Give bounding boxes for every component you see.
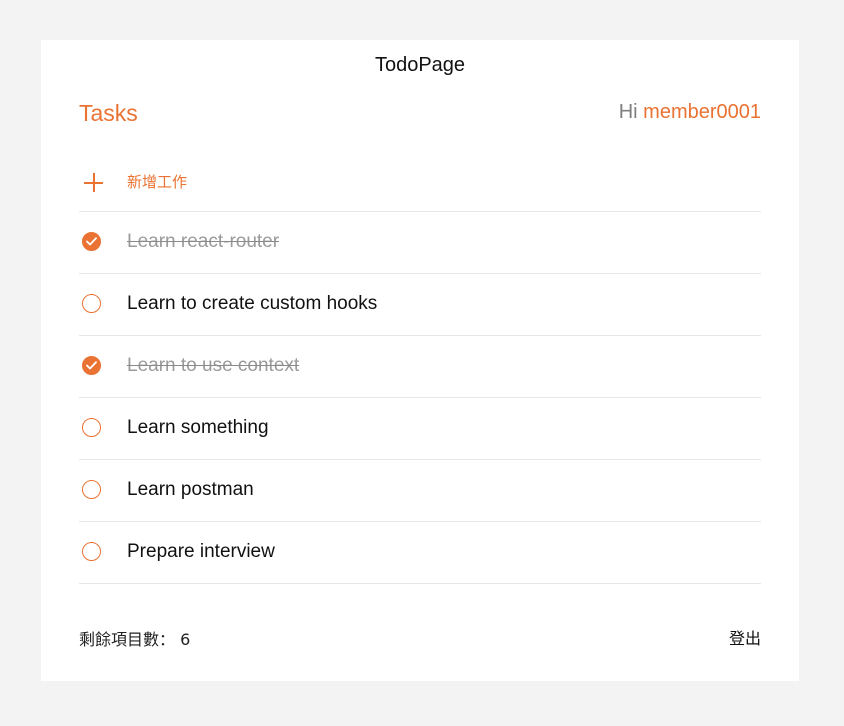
remaining-label: 剩餘項目數：: [79, 630, 176, 649]
task-item: Learn react-router: [79, 212, 761, 274]
task-text: Learn to use context: [127, 355, 300, 376]
logout-button[interactable]: 登出: [729, 625, 761, 649]
checkbox-checked-icon[interactable]: [82, 356, 101, 375]
tasks-heading: Tasks: [79, 100, 138, 126]
add-task-label[interactable]: 新增工作: [127, 171, 187, 192]
checkbox-unchecked-icon[interactable]: [82, 418, 101, 437]
checkbox-checked-icon[interactable]: [82, 232, 101, 251]
task-list: Learn react-router Learn to create custo…: [79, 212, 761, 584]
task-item: Prepare interview: [79, 522, 761, 584]
task-item: Learn to use context: [79, 336, 761, 398]
user-greeting: Hi member0001: [619, 101, 761, 124]
remaining-count: 剩餘項目數： 6: [79, 626, 190, 650]
checkbox-unchecked-icon[interactable]: [82, 480, 101, 499]
checkbox-unchecked-icon[interactable]: [82, 542, 101, 561]
plus-icon[interactable]: [84, 173, 103, 192]
todo-card: TodoPage Tasks Hi member0001 新增工作 Learn …: [41, 40, 799, 681]
checkbox-unchecked-icon[interactable]: [82, 294, 101, 313]
task-item: Learn to create custom hooks: [79, 274, 761, 336]
task-text: Learn react-router: [127, 231, 280, 252]
add-task-button[interactable]: 新增工作: [79, 164, 761, 212]
username: member0001: [643, 101, 761, 123]
task-text: Prepare interview: [127, 541, 275, 562]
task-text: Learn postman: [127, 479, 254, 500]
task-item: Learn something: [79, 398, 761, 460]
remaining-value: 6: [180, 630, 191, 649]
task-item: Learn postman: [79, 460, 761, 522]
task-text: Learn something: [127, 417, 269, 438]
page-title: TodoPage: [374, 54, 466, 76]
greeting-prefix: Hi: [618, 101, 638, 123]
task-text: Learn to create custom hooks: [127, 293, 378, 314]
